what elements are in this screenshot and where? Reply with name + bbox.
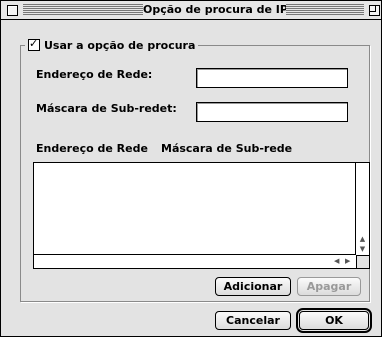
network-address-field[interactable] (196, 68, 348, 88)
horizontal-scrollbar[interactable]: ◀ ▶ (34, 254, 356, 268)
scroll-up-icon[interactable]: ▲ (357, 235, 368, 243)
close-box-icon[interactable] (7, 5, 18, 16)
add-button[interactable]: Adicionar (215, 277, 291, 296)
scroll-down-icon[interactable]: ▼ (357, 245, 368, 253)
column-header-network-address: Endereço de Rede (36, 142, 148, 155)
scroll-left-icon[interactable]: ◀ (334, 256, 339, 266)
vertical-scrollbar[interactable]: ▲ ▼ (355, 163, 369, 255)
use-search-option-checkbox[interactable]: ✓ Usar a opção de procura (25, 37, 199, 53)
scroll-right-icon[interactable]: ▶ (345, 256, 350, 266)
window-title: Opção de procura de IP (143, 2, 288, 18)
checkbox-box[interactable]: ✓ (28, 37, 40, 51)
delete-button[interactable]: Apagar (297, 277, 361, 296)
title-bar[interactable]: Opção de procura de IP (1, 1, 381, 20)
ip-search-option-dialog: Opção de procura de IP ✓ Usar a opção de… (0, 0, 382, 337)
subnet-mask-field[interactable] (196, 102, 348, 122)
zoom-box-icon[interactable] (369, 5, 380, 16)
check-icon: ✓ (29, 37, 39, 50)
title-stripes-right (286, 4, 364, 15)
address-list[interactable]: ▲ ▼ ◀ ▶ (33, 162, 370, 269)
ok-button[interactable]: OK (296, 308, 372, 333)
grow-box (356, 255, 369, 268)
network-address-label: Endereço de Rede: (36, 68, 153, 81)
cancel-button[interactable]: Cancelar (215, 311, 291, 330)
column-header-subnet-mask: Máscara de Sub-rede (161, 142, 293, 155)
checkbox-label: Usar a opção de procura (44, 38, 196, 52)
subnet-mask-label: Máscara de Sub-redet: (36, 102, 177, 115)
title-stripes-left (23, 4, 143, 15)
